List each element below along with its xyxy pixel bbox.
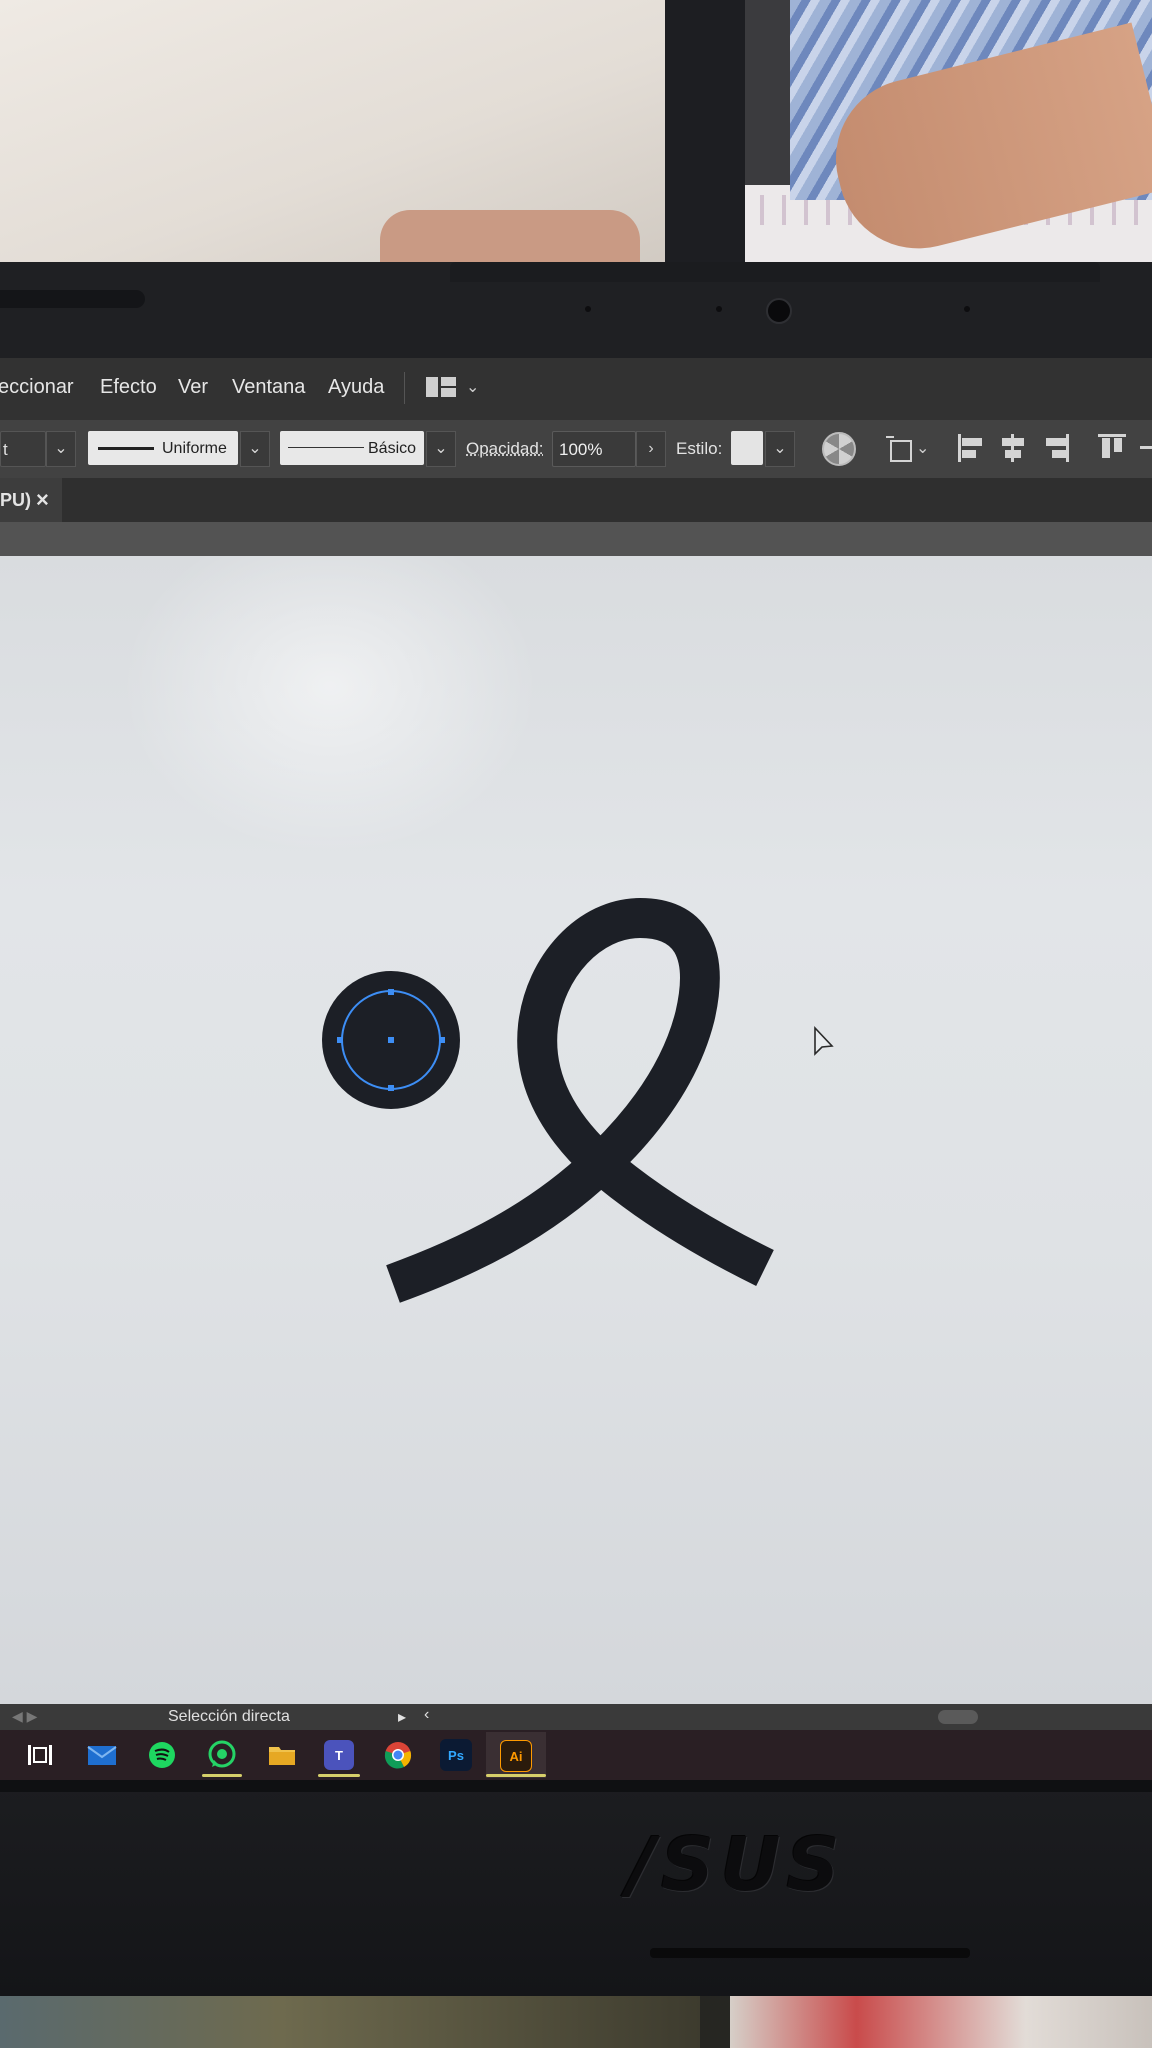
menu-divider: [404, 372, 405, 404]
center-point[interactable]: [388, 1037, 394, 1043]
current-tool-label: Selección directa: [168, 1708, 290, 1725]
anchor-point[interactable]: [439, 1037, 445, 1043]
graphic-style-swatch[interactable]: [731, 431, 763, 465]
fill-dropdown[interactable]: ⌄: [46, 431, 76, 467]
sensor-dot: [964, 306, 970, 312]
chevron-down-icon: ⌄: [248, 440, 262, 457]
chair-back: [665, 0, 745, 280]
artwork-ribbon-stroke[interactable]: [386, 898, 774, 1303]
menu-bar: eccionar Efecto Ver Ventana Ayuda ⌄: [0, 358, 1152, 420]
menu-efecto[interactable]: Efecto: [100, 376, 157, 399]
brand-logo-text: /SUS: [628, 1822, 846, 1908]
transform-icon[interactable]: [886, 432, 916, 464]
chevron-down-icon: ⌄: [54, 440, 68, 457]
scroll-left-icon[interactable]: ‹: [424, 1706, 429, 1724]
menu-ventana[interactable]: Ventana: [232, 376, 305, 399]
anchor-point[interactable]: [388, 1085, 394, 1091]
brush-definition-dropdown[interactable]: ⌄: [426, 431, 456, 467]
style-label: Estilo:: [676, 439, 723, 458]
opacity-label[interactable]: Opacidad:: [466, 439, 544, 459]
whatsapp-icon[interactable]: [206, 1739, 238, 1771]
brush-preview-line: [288, 447, 364, 448]
desk-item-right: [730, 1996, 1152, 2048]
photoshop-icon[interactable]: Ps: [440, 1739, 472, 1771]
graphic-style-dropdown[interactable]: ⌄: [765, 431, 795, 467]
spotify-icon[interactable]: [146, 1739, 178, 1771]
brand-logo: /SUS: [628, 1822, 928, 1908]
artboard[interactable]: [0, 556, 1152, 1704]
photo-background: [0, 0, 1152, 280]
stroke-preview-line: [98, 447, 154, 450]
anchor-point[interactable]: [388, 989, 394, 995]
active-app-indicator: [318, 1774, 360, 1777]
bezel-camera-housing: [450, 262, 1100, 282]
control-bar: t ⌄ Uniforme ⌄ Básico ⌄ Opacidad: 100% ›…: [0, 420, 1152, 478]
fill-select-value: t: [3, 440, 8, 459]
sensor-dot: [716, 306, 722, 312]
anchor-point[interactable]: [337, 1037, 343, 1043]
webcam-icon: [766, 298, 792, 324]
align-left-icon[interactable]: [956, 432, 986, 464]
stroke-profile-field[interactable]: Uniforme: [88, 431, 238, 465]
menu-ver[interactable]: Ver: [178, 376, 208, 399]
teams-icon-label: T: [335, 1747, 343, 1763]
windows-taskbar: T Ps Ai: [0, 1730, 1152, 1780]
artwork-layer: [322, 898, 834, 1303]
recolor-artwork-icon[interactable]: [822, 432, 856, 466]
chevron-down-icon[interactable]: ⌄: [466, 377, 479, 397]
chrome-icon[interactable]: [382, 1739, 414, 1771]
workspace-switcher-icon[interactable]: [426, 377, 456, 397]
align-right-icon[interactable]: [1042, 432, 1072, 464]
stroke-profile-label: Uniforme: [162, 440, 227, 457]
align-vertical-center-icon[interactable]: [1138, 432, 1152, 464]
chevron-down-icon: ⌄: [434, 440, 448, 457]
opacity-input[interactable]: 100%: [552, 431, 636, 467]
canvas-gutter: [0, 522, 1152, 556]
chevron-down-icon: ⌄: [773, 440, 787, 457]
menu-ayuda[interactable]: Ayuda: [328, 376, 384, 399]
photoshop-icon-label: Ps: [448, 1747, 464, 1763]
chevron-down-icon[interactable]: ⌄: [916, 438, 929, 458]
align-top-icon[interactable]: [1096, 432, 1126, 464]
fill-select[interactable]: t: [0, 431, 46, 467]
horizontal-scrollbar-thumb[interactable]: [938, 1710, 978, 1724]
task-view-icon[interactable]: [24, 1739, 56, 1771]
bezel-hinge: [0, 1780, 1152, 1792]
cursor-arrow-icon: [814, 1025, 834, 1056]
brush-definition-field[interactable]: Básico: [280, 431, 424, 465]
chevron-right-icon: ›: [648, 440, 654, 457]
document-tab[interactable]: PU) ×: [0, 478, 62, 522]
status-bar: ◀ ▶ Selección directa ▸ ‹: [0, 1704, 1152, 1730]
bezel-edge: [0, 290, 145, 308]
document-tab-bar: PU) ×: [0, 478, 1152, 522]
brush-definition-label: Básico: [368, 440, 417, 457]
align-center-icon[interactable]: [998, 432, 1028, 464]
opacity-value: 100%: [559, 440, 603, 459]
file-explorer-icon[interactable]: [266, 1739, 298, 1771]
opacity-slider-toggle[interactable]: ›: [636, 431, 666, 467]
desk-item-left: [0, 1996, 700, 2048]
illustrator-icon[interactable]: Ai: [500, 1740, 532, 1772]
stroke-profile-dropdown[interactable]: ⌄: [240, 431, 270, 467]
bezel-bottom-vent: [650, 1948, 970, 1958]
illustrator-icon-label: Ai: [509, 1748, 523, 1764]
active-app-indicator: [486, 1774, 546, 1777]
mail-icon[interactable]: [86, 1739, 118, 1771]
menu-seleccionar[interactable]: eccionar: [0, 376, 74, 399]
sensor-dot: [585, 306, 591, 312]
laptop-bezel-bottom: [0, 1780, 1152, 1996]
status-menu-arrow-icon[interactable]: ▸: [398, 1707, 406, 1727]
artboard-nav-arrows-icon[interactable]: ◀ ▶: [12, 1708, 37, 1725]
document-tab-title: PU): [0, 490, 31, 510]
close-icon[interactable]: ×: [36, 487, 49, 513]
active-app-indicator: [202, 1774, 242, 1777]
teams-icon[interactable]: T: [324, 1740, 354, 1770]
